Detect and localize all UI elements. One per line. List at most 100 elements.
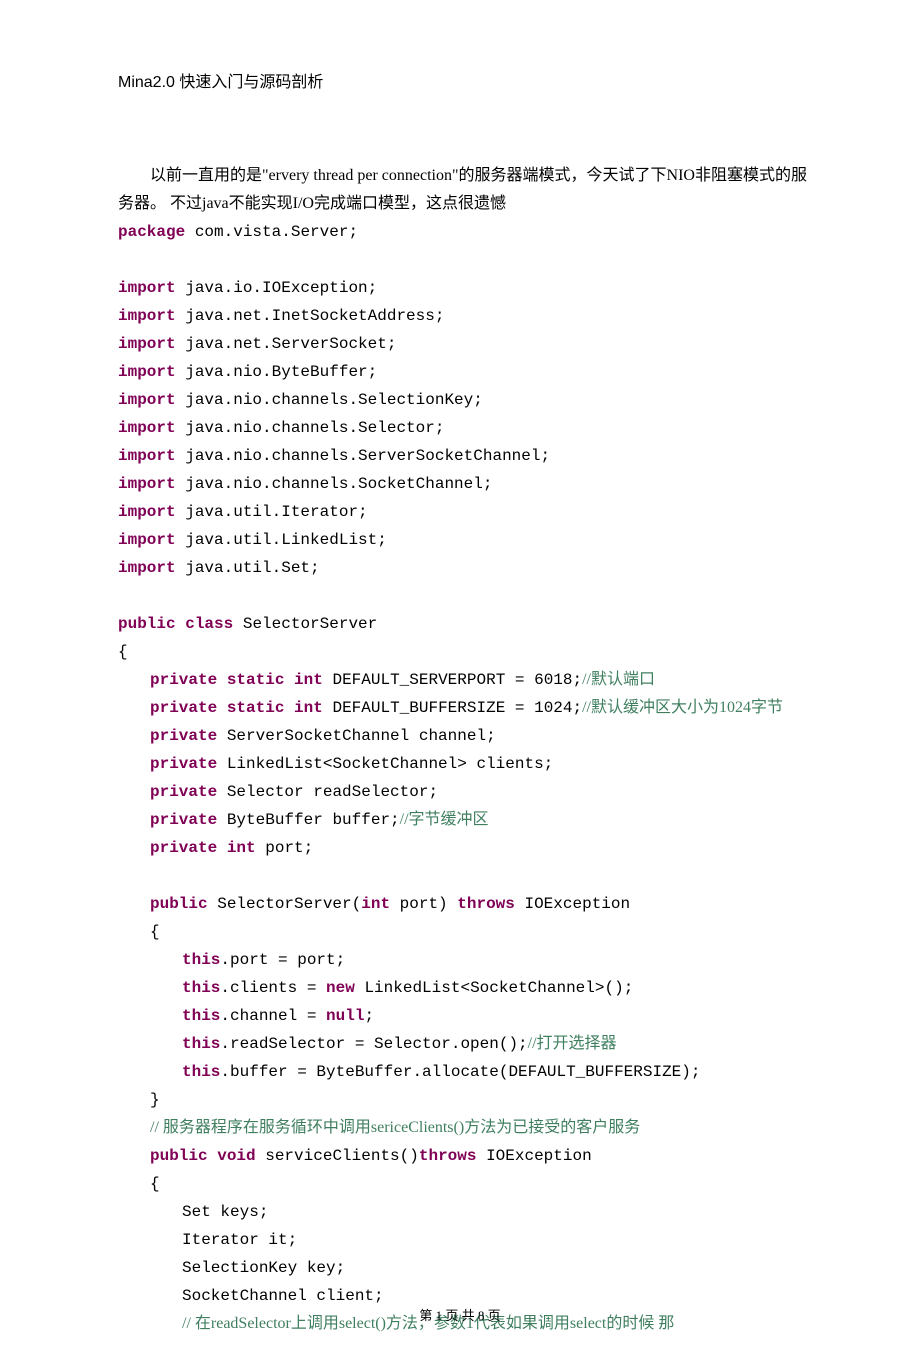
code-line: Set keys; (118, 1198, 810, 1226)
keyword-int: int (294, 671, 323, 689)
code-line: import java.util.LinkedList; (118, 526, 810, 554)
keyword-throws: throws (457, 895, 515, 913)
code-line: private int port; (118, 834, 810, 862)
keyword-int: int (361, 895, 390, 913)
code-line: public SelectorServer(int port) throws I… (118, 890, 810, 918)
code-line: private static int DEFAULT_SERVERPORT = … (118, 666, 810, 694)
keyword-import: import (118, 475, 176, 493)
stmt: .clients = (220, 979, 326, 997)
code-line: this.readSelector = Selector.open();//打开… (118, 1030, 810, 1058)
import-value: java.util.Set; (176, 559, 320, 577)
keyword-private: private (150, 811, 217, 829)
import-value: java.nio.ByteBuffer; (176, 363, 378, 381)
code-line: { (118, 918, 810, 946)
keyword-import: import (118, 531, 176, 549)
keyword-package: package (118, 223, 185, 241)
code-line: } (118, 1086, 810, 1114)
code-line: Iterator it; (118, 1226, 810, 1254)
keyword-int: int (227, 839, 256, 857)
code-line: this.buffer = ByteBuffer.allocate(DEFAUL… (118, 1058, 810, 1086)
field-decl: ByteBuffer buffer; (217, 811, 399, 829)
keyword-static: static (227, 671, 285, 689)
keyword-this: this (182, 979, 220, 997)
ctor-name: SelectorServer( (208, 895, 362, 913)
code-line: this.channel = null; (118, 1002, 810, 1030)
ctor-throws: IOException (515, 895, 630, 913)
field-decl: Selector readSelector; (217, 783, 438, 801)
code-line: import java.net.ServerSocket; (118, 330, 810, 358)
code-line: import java.nio.channels.Selector; (118, 414, 810, 442)
keyword-import: import (118, 391, 176, 409)
keyword-this: this (182, 1035, 220, 1053)
keyword-new: new (326, 979, 355, 997)
import-value: java.nio.channels.SelectionKey; (176, 391, 483, 409)
code-line: private ServerSocketChannel channel; (118, 722, 810, 750)
field-decl: DEFAULT_BUFFERSIZE = 1024; (323, 699, 582, 717)
comment: // 服务器程序在服务循环中调用sericeClients()方法为已接受的客户… (118, 1114, 810, 1142)
keyword-this: this (182, 951, 220, 969)
code-line: package com.vista.Server; (118, 218, 810, 246)
stmt: .buffer = ByteBuffer.allocate(DEFAULT_BU… (220, 1063, 700, 1081)
keyword-import: import (118, 419, 176, 437)
page-footer: 第 1 页 共 8 页 (0, 1305, 920, 1324)
keyword-int: int (294, 699, 323, 717)
keyword-this: this (182, 1007, 220, 1025)
keyword-null: null (326, 1007, 364, 1025)
field-decl: DEFAULT_SERVERPORT = 6018; (323, 671, 582, 689)
code-line: this.port = port; (118, 946, 810, 974)
import-value: java.net.ServerSocket; (176, 335, 397, 353)
page-header: Mina2.0 快速入门与源码剖析 (118, 68, 810, 92)
code-line: SelectionKey key; (118, 1254, 810, 1282)
keyword-import: import (118, 447, 176, 465)
class-name: SelectorServer (233, 615, 377, 633)
keyword-public: public (150, 895, 208, 913)
import-value: java.nio.channels.Selector; (176, 419, 445, 437)
import-value: java.io.IOException; (176, 279, 378, 297)
keyword-import: import (118, 503, 176, 521)
code-line: { (118, 1170, 810, 1198)
code-line: import java.nio.channels.SelectionKey; (118, 386, 810, 414)
code-line: private static int DEFAULT_BUFFERSIZE = … (118, 694, 810, 722)
field-decl: ServerSocketChannel channel; (217, 727, 495, 745)
keyword-public: public (150, 1147, 208, 1165)
keyword-private: private (150, 727, 217, 745)
comment: //默认端口 (582, 671, 655, 688)
keyword-private: private (150, 783, 217, 801)
keyword-public: public (118, 615, 176, 633)
keyword-import: import (118, 335, 176, 353)
code-line: import java.util.Iterator; (118, 498, 810, 526)
keyword-class: class (185, 615, 233, 633)
import-value: java.nio.channels.SocketChannel; (176, 475, 493, 493)
keyword-private: private (150, 699, 217, 717)
code-line: private Selector readSelector; (118, 778, 810, 806)
code-line: import java.net.InetSocketAddress; (118, 302, 810, 330)
code-line: this.clients = new LinkedList<SocketChan… (118, 974, 810, 1002)
keyword-import: import (118, 307, 176, 325)
field-decl: LinkedList<SocketChannel> clients; (217, 755, 553, 773)
keyword-this: this (182, 1063, 220, 1081)
code-line: public class SelectorServer (118, 610, 810, 638)
code-line: public void serviceClients()throws IOExc… (118, 1142, 810, 1170)
import-value: java.util.LinkedList; (176, 531, 387, 549)
import-value: java.net.InetSocketAddress; (176, 307, 445, 325)
stmt: .channel = (220, 1007, 326, 1025)
import-value: java.util.Iterator; (176, 503, 368, 521)
keyword-import: import (118, 279, 176, 297)
import-value: java.nio.channels.ServerSocketChannel; (176, 447, 550, 465)
stmt: .port = port; (220, 951, 345, 969)
keyword-private: private (150, 839, 217, 857)
keyword-throws: throws (419, 1147, 477, 1165)
document-content: 以前一直用的是"ervery thread per connection"的服务… (118, 162, 810, 1338)
method-name: serviceClients() (256, 1147, 419, 1165)
code-line: import java.nio.channels.ServerSocketCha… (118, 442, 810, 470)
code-line: { (118, 638, 810, 666)
comment: //打开选择器 (528, 1035, 617, 1052)
stmt: ; (364, 1007, 374, 1025)
package-name: com.vista.Server; (185, 223, 358, 241)
code-line: private LinkedList<SocketChannel> client… (118, 750, 810, 778)
comment: //默认缓冲区大小为1024字节 (582, 699, 783, 716)
keyword-import: import (118, 559, 176, 577)
comment: //字节缓冲区 (400, 811, 489, 828)
code-line: import java.nio.channels.SocketChannel; (118, 470, 810, 498)
code-line: import java.util.Set; (118, 554, 810, 582)
